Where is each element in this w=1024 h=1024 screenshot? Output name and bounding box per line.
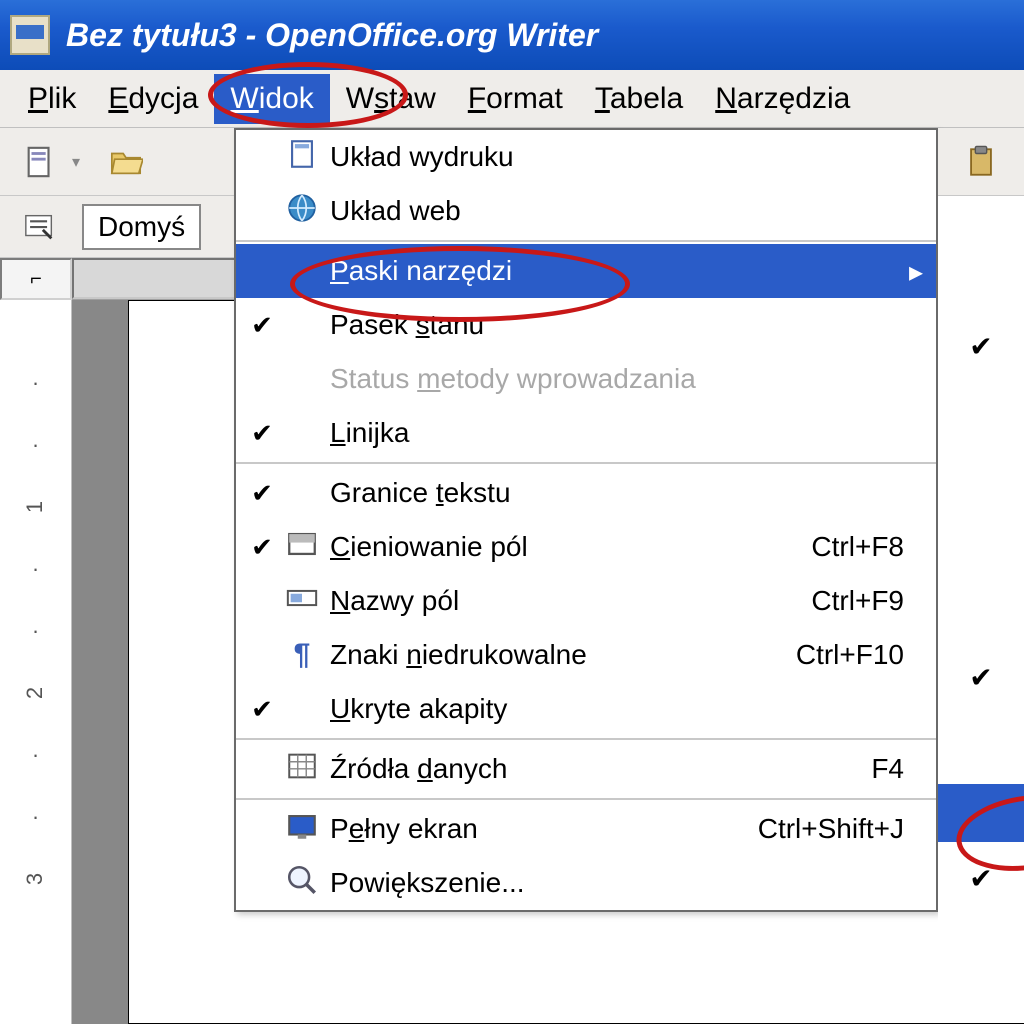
menuitem-pelny-ekran[interactable]: Pełny ekran Ctrl+Shift+J [236, 802, 936, 856]
globe-icon [285, 191, 319, 232]
menuitem-uklad-wydruku[interactable]: Układ wydruku [236, 130, 936, 184]
menuitem-paski-narzedzi[interactable]: Paski narzędzi ▸ [236, 244, 936, 298]
menuitem-nazwy-pol[interactable]: Nazwy pól Ctrl+F9 [236, 574, 936, 628]
check-icon: ✔ [244, 478, 280, 509]
menu-widok[interactable]: Widok [214, 74, 329, 124]
menuitem-granice-tekstu[interactable]: ✔ Granice tekstu [236, 466, 936, 520]
menu-separator [236, 240, 936, 242]
paste-button[interactable] [959, 140, 1003, 184]
menubar: Plik Edycja Widok Wstaw Format Tabela Na… [0, 70, 1024, 128]
new-doc-button[interactable] [18, 140, 62, 184]
menuitem-ukryte-akapity[interactable]: ✔ Ukryte akapity [236, 682, 936, 736]
styles-button[interactable] [18, 205, 62, 249]
menuitem-pasek-stanu[interactable]: ✔ Pasek stanu [236, 298, 936, 352]
check-icon: ✔ [244, 532, 280, 563]
check-icon: ✔ [938, 330, 1024, 363]
shade-icon [285, 527, 319, 568]
zoom-icon [285, 863, 319, 904]
ruler-corner: ⌐ [0, 258, 72, 300]
page-icon [285, 137, 319, 178]
menu-separator [236, 798, 936, 800]
menu-narzedzia[interactable]: Narzędzia [699, 74, 866, 124]
titlebar: Bez tytułu3 - OpenOffice.org Writer [0, 0, 1024, 70]
pilcrow-icon: ¶ [294, 638, 311, 672]
menuitem-cieniowanie-pol[interactable]: ✔ Cieniowanie pól Ctrl+F8 [236, 520, 936, 574]
check-icon: ✔ [244, 310, 280, 341]
check-icon: ✔ [938, 862, 1024, 895]
check-icon: ✔ [938, 661, 1024, 694]
app-icon [10, 15, 50, 55]
menu-separator [236, 738, 936, 740]
menuitem-powiekszenie[interactable]: Powiększenie... [236, 856, 936, 910]
open-button[interactable] [104, 140, 148, 184]
menu-format[interactable]: Format [452, 74, 579, 124]
names-icon [285, 581, 319, 622]
menuitem-linijka[interactable]: ✔ Linijka [236, 406, 936, 460]
menuitem-status-metody: Status metody wprowadzania [236, 352, 936, 406]
menuitem-znaki-niedrukowalne[interactable]: ¶ Znaki niedrukowalne Ctrl+F10 [236, 628, 936, 682]
window-title: Bez tytułu3 - OpenOffice.org Writer [66, 17, 598, 54]
menuitem-uklad-web[interactable]: Układ web [236, 184, 936, 238]
check-icon: ✔ [244, 418, 280, 449]
widok-dropdown: Układ wydruku Układ web Paski narzędzi ▸… [234, 128, 938, 912]
menu-tabela[interactable]: Tabela [579, 74, 699, 124]
submenu-highlight[interactable] [938, 784, 1024, 842]
menu-plik[interactable]: Plik [12, 74, 92, 124]
menuitem-zrodla-danych[interactable]: Źródła danych F4 [236, 742, 936, 796]
screen-icon [285, 809, 319, 850]
paragraph-style-combo[interactable]: Domyś [82, 204, 201, 250]
database-icon [285, 749, 319, 790]
dropdown-arrow-icon[interactable]: ▾ [72, 152, 80, 172]
style-value: Domyś [98, 211, 185, 243]
ruler-vertical[interactable]: · · 1 · · 2 · · 3 [0, 300, 72, 1024]
check-icon: ✔ [244, 694, 280, 725]
submenu-peek: ✔ ✔ ✔ [938, 128, 1024, 928]
menu-edycja[interactable]: Edycja [92, 74, 214, 124]
menu-separator [236, 462, 936, 464]
submenu-arrow-icon: ▸ [904, 255, 928, 288]
menu-wstaw[interactable]: Wstaw [330, 74, 452, 124]
